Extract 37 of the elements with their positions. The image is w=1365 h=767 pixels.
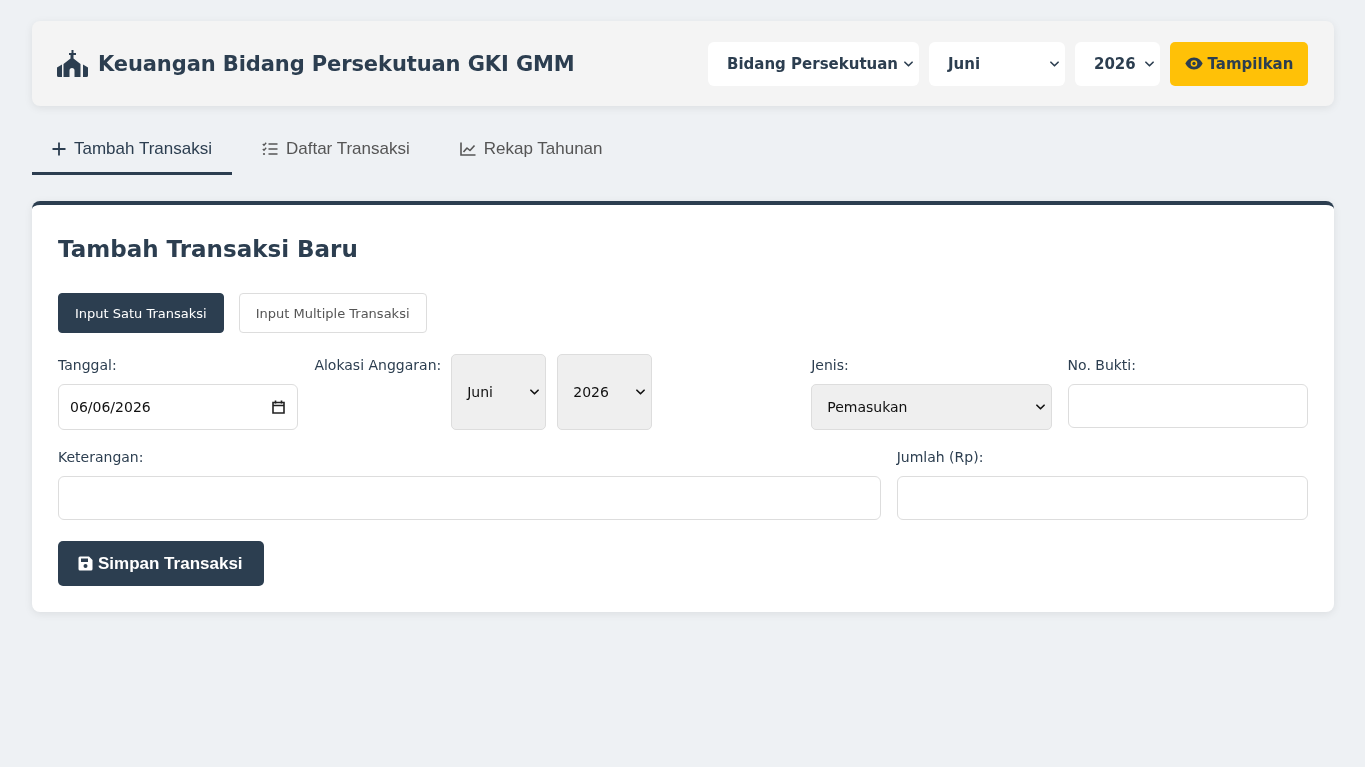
tab[interactable]: Rekap Tahunan (439, 127, 623, 175)
filter-select[interactable]: 2026 (1075, 41, 1160, 86)
field-label: No. Bukti: (1067, 356, 1137, 375)
chevron-icon (530, 389, 540, 395)
mode-toggle[interactable]: Input Multiple Transaksi (238, 293, 427, 333)
date-field[interactable]: 06/06/2026 (58, 384, 299, 430)
mode-toggle[interactable]: Input Satu Transaksi (58, 293, 224, 333)
line-chart-icon (459, 142, 476, 156)
show-button[interactable]: Tampilkan (1170, 41, 1308, 86)
chevron-icon (1145, 60, 1154, 67)
eye-icon (1184, 57, 1203, 70)
chevron-icon (636, 389, 646, 395)
plus-icon (52, 142, 66, 156)
dropdown-select[interactable]: 2026 (557, 354, 653, 430)
field-label: Keterangan: (58, 448, 145, 467)
type-select[interactable]: Pemasukan (811, 384, 1052, 430)
filter-select[interactable]: Juni (929, 41, 1065, 86)
field-label: Alokasi Anggaran: (314, 356, 442, 375)
checklist-icon (261, 142, 278, 156)
save-button[interactable]: Simpan Transaksi (58, 541, 264, 586)
tab[interactable]: Daftar Transaksi (241, 127, 430, 175)
form-title: Tambah Transaksi Baru (58, 235, 359, 264)
filter-select[interactable]: Bidang Persekutuan (708, 41, 919, 86)
church-icon (57, 50, 88, 77)
field-label: Jumlah (Rp): (896, 448, 985, 467)
chevron-icon (904, 60, 913, 67)
dropdown-select[interactable]: Juni (451, 354, 547, 430)
tab[interactable]: Tambah Transaksi (32, 127, 232, 175)
field-label: Jenis: (811, 356, 850, 375)
text-input[interactable] (58, 476, 881, 520)
chevron-icon (1050, 60, 1059, 67)
calendar-icon (272, 400, 286, 414)
chevron-icon (1035, 404, 1045, 410)
app-title: Keuangan Bidang Persekutuan GKI GMM (98, 51, 575, 76)
field-label: Tanggal: (58, 356, 118, 375)
text-input[interactable] (1067, 384, 1308, 428)
text-input[interactable] (896, 476, 1308, 520)
